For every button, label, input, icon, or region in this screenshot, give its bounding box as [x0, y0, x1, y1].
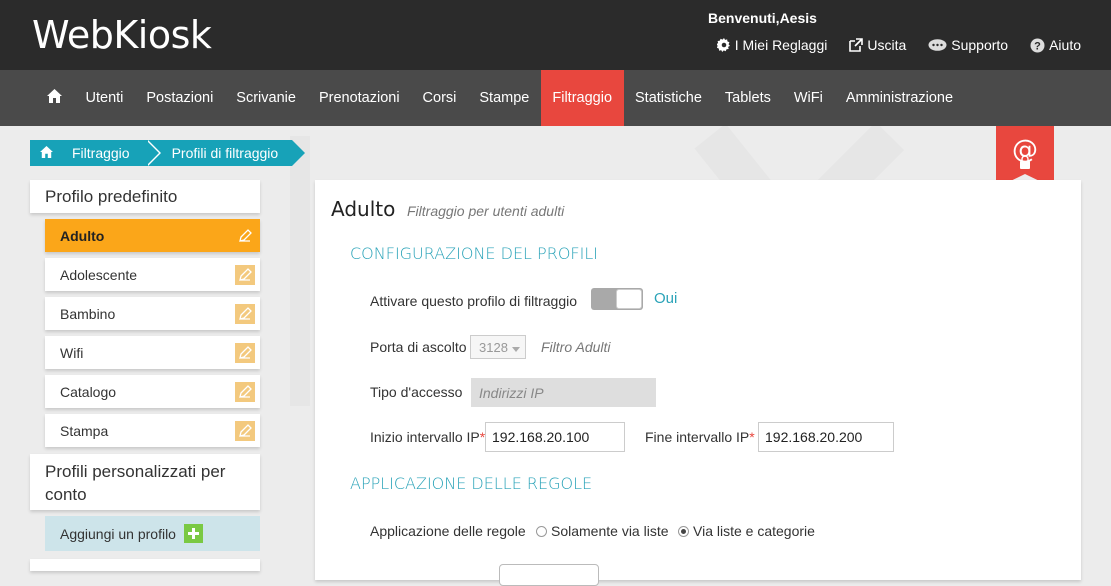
nav-item-stampe[interactable]: Stampe [468, 70, 541, 126]
edit-icon[interactable] [235, 226, 255, 246]
home-icon [39, 145, 53, 161]
ip-start-input[interactable] [485, 422, 625, 452]
nav-home[interactable] [34, 70, 74, 126]
profile-item-stampa[interactable]: Stampa [45, 414, 260, 447]
rules-label: Applicazione delle regole [370, 523, 526, 539]
edit-icon[interactable] [235, 303, 255, 324]
help-link-label: Aiuto [1049, 37, 1081, 53]
port-label: Porta di ascolto [370, 339, 467, 355]
access-label: Tipo d'accesso [370, 384, 463, 400]
default-profiles-heading: Profilo predefinito [30, 180, 260, 213]
support-link[interactable]: Supporto [928, 37, 1008, 53]
nav-item-wifi[interactable]: WiFi [782, 70, 834, 126]
welcome-text: Benvenuti,Aesis [708, 10, 817, 26]
breadcrumb-home[interactable] [30, 140, 62, 166]
edit-icon[interactable] [235, 264, 255, 285]
sidebar-next-section [30, 559, 260, 571]
svg-text:?: ? [1034, 40, 1041, 52]
profile-item-label: Adolescente [60, 266, 138, 283]
nav-item-utenti[interactable]: Utenti [74, 70, 135, 126]
top-links: I Miei Reglaggi Uscita Supporto ? Aiuto [716, 37, 1081, 53]
plus-icon [183, 524, 203, 543]
breadcrumb-filtraggio[interactable]: Filtraggio [62, 140, 161, 166]
profile-item-wifi[interactable]: Wifi [45, 336, 260, 369]
section-rules-heading: APPLICAZIONE DELLE REGOLE [350, 474, 593, 493]
toggle-knob [616, 289, 642, 309]
nav-item-amministrazione[interactable]: Amministrazione [834, 70, 964, 126]
profile-item-label: Bambino [60, 305, 116, 322]
ip-start-label: Inizio intervallo IP* [370, 429, 486, 445]
activate-toggle[interactable] [591, 288, 643, 310]
at-sign-icon: @ [1012, 135, 1038, 165]
logout-link-label: Uscita [867, 37, 907, 53]
app-logo[interactable]: WebKiosk [32, 13, 212, 57]
add-profile-label: Aggiungi un profilo [60, 525, 176, 542]
radio-label: Via liste e categorie [693, 523, 815, 539]
breadcrumb: Filtraggio Profili di filtraggio [30, 140, 305, 166]
partial-button[interactable] [499, 564, 599, 586]
custom-profiles-heading: Profili personalizzati per conto [30, 454, 260, 510]
edit-icon[interactable] [235, 381, 255, 402]
radio-dot [678, 525, 689, 537]
profile-item-adulto[interactable]: Adulto [45, 219, 260, 252]
port-hint: Filtro Adulti [541, 339, 611, 355]
nav-item-tablets[interactable]: Tablets [713, 70, 782, 126]
profile-item-label: Stampa [60, 422, 109, 439]
profile-item-catalogo[interactable]: Catalogo [45, 375, 260, 408]
ip-end-label: Fine intervallo IP* [645, 429, 755, 445]
activate-value: Oui [654, 290, 678, 307]
edit-icon[interactable] [235, 342, 255, 363]
radio-lists-only[interactable]: Solamente via liste [536, 523, 669, 539]
radio-label: Solamente via liste [551, 523, 669, 539]
panel-title: Adulto [331, 197, 396, 221]
chevron-down-icon [512, 340, 520, 355]
home-icon [46, 88, 62, 108]
nav-item-corsi[interactable]: Corsi [411, 70, 468, 126]
section-config-heading: CONFIGURAZIONE DEL PROFILI [350, 244, 598, 263]
nav-item-scrivanie[interactable]: Scrivanie [225, 70, 308, 126]
settings-link-label: I Miei Reglaggi [734, 37, 828, 53]
header: WebKiosk Benvenuti,Aesis I Miei Reglaggi… [0, 0, 1111, 70]
radio-lists-and-categories[interactable]: Via liste e categorie [678, 523, 815, 539]
main-nav: Utenti Postazioni Scrivanie Prenotazioni… [0, 70, 1111, 126]
gear-icon [716, 38, 731, 52]
profile-item-label: Adulto [60, 227, 105, 244]
profile-item-label: Catalogo [60, 383, 117, 400]
email-filter-ribbon: @ [996, 126, 1054, 188]
chat-icon [928, 38, 947, 52]
nav-item-prenotazioni[interactable]: Prenotazioni [307, 70, 411, 126]
settings-link[interactable]: I Miei Reglaggi [716, 37, 828, 53]
panel-subtitle: Filtraggio per utenti adulti [407, 203, 565, 219]
help-link[interactable]: ? Aiuto [1030, 37, 1081, 53]
access-type-field: Indirizzi IP [471, 378, 656, 407]
logout-link[interactable]: Uscita [849, 37, 906, 53]
radio-dot [536, 525, 547, 537]
external-link-icon [849, 38, 864, 52]
nav-item-statistiche[interactable]: Statistiche [624, 70, 714, 126]
nav-item-filtraggio[interactable]: Filtraggio [540, 70, 624, 126]
profile-panel: Adulto Filtraggio per utenti adulti CONF… [315, 180, 1081, 586]
add-profile-button[interactable]: Aggiungi un profilo [45, 516, 260, 551]
breadcrumb-profili: Profili di filtraggio [145, 140, 305, 166]
port-select[interactable]: 3128 [470, 335, 526, 359]
edit-icon[interactable] [235, 420, 255, 441]
port-select-value: 3128 [479, 339, 508, 355]
profile-item-bambino[interactable]: Bambino [45, 297, 260, 330]
ip-end-input[interactable] [758, 422, 894, 452]
profile-item-label: Wifi [60, 344, 84, 361]
support-link-label: Supporto [951, 37, 1009, 53]
profile-item-adolescente[interactable]: Adolescente [45, 258, 260, 291]
help-icon: ? [1030, 38, 1045, 53]
nav-item-postazioni[interactable]: Postazioni [135, 70, 225, 126]
activate-label: Attivare questo profilo di filtraggio [370, 293, 577, 309]
